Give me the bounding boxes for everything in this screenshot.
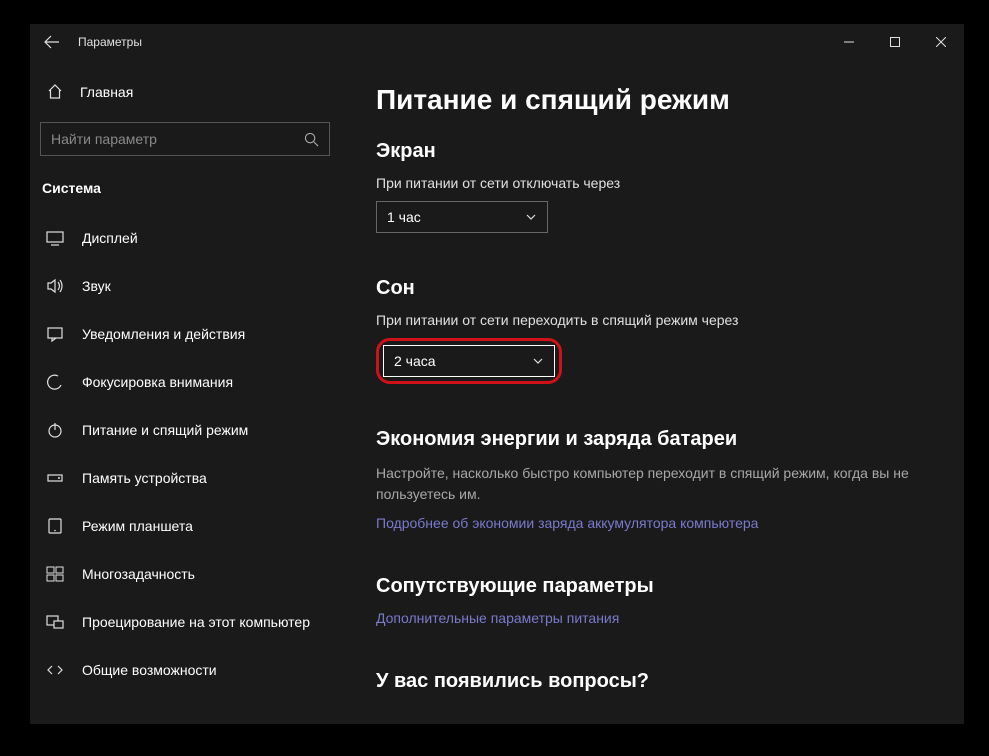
maximize-button[interactable] xyxy=(872,24,918,60)
sidebar-item-multitask[interactable]: Многозадачность xyxy=(30,550,340,598)
nav-label: Уведомления и действия xyxy=(82,326,245,342)
back-button[interactable] xyxy=(30,24,74,60)
chevron-down-icon xyxy=(532,355,544,367)
display-icon xyxy=(46,229,64,247)
search-input[interactable] xyxy=(51,131,304,147)
nav-label: Звук xyxy=(82,278,111,294)
sidebar-item-shared[interactable]: Общие возможности xyxy=(30,646,340,694)
sidebar-item-focus[interactable]: Фокусировка внимания xyxy=(30,358,340,406)
search-box[interactable] xyxy=(40,122,330,156)
nav-label: Многозадачность xyxy=(82,566,195,582)
projecting-icon xyxy=(46,613,64,631)
power-icon xyxy=(46,421,64,439)
maximize-icon xyxy=(890,37,900,47)
window-controls xyxy=(826,24,964,60)
minimize-icon xyxy=(844,37,854,47)
nav-label: Общие возможности xyxy=(82,662,217,678)
minimize-button[interactable] xyxy=(826,24,872,60)
sleep-heading: Сон xyxy=(376,277,928,300)
home-icon xyxy=(46,83,64,101)
chevron-down-icon xyxy=(525,211,537,223)
nav-label: Память устройства xyxy=(82,470,207,486)
tablet-icon xyxy=(46,517,64,535)
dropdown-value: 1 час xyxy=(387,209,421,225)
multitask-icon xyxy=(46,565,64,583)
nav-label: Фокусировка внимания xyxy=(82,374,233,390)
home-button[interactable]: Главная xyxy=(30,72,340,112)
search-icon xyxy=(304,132,319,147)
app-title: Параметры xyxy=(78,35,142,49)
home-label: Главная xyxy=(80,84,133,100)
sleep-label: При питании от сети переходить в спящий … xyxy=(376,312,928,328)
screen-off-label: При питании от сети отключать через xyxy=(376,175,928,191)
page-title: Питание и спящий режим xyxy=(376,84,928,116)
nav-label: Дисплей xyxy=(82,230,138,246)
highlight-annotation: 2 часа xyxy=(376,338,562,384)
category-label: Система xyxy=(30,172,340,214)
close-icon xyxy=(936,37,946,47)
sidebar-item-storage[interactable]: Память устройства xyxy=(30,454,340,502)
content-area: Главная Система Дисплей Звук xyxy=(30,60,964,724)
shared-icon xyxy=(46,661,64,679)
sound-icon xyxy=(46,277,64,295)
settings-window: Параметры Главная xyxy=(30,24,964,724)
sidebar-item-projecting[interactable]: Проецирование на этот компьютер xyxy=(30,598,340,646)
notifications-icon xyxy=(46,325,64,343)
battery-link[interactable]: Подробнее об экономии заряда аккумулятор… xyxy=(376,515,758,531)
battery-desc: Настройте, насколько быстро компьютер пе… xyxy=(376,463,928,505)
storage-icon xyxy=(46,469,64,487)
main-panel: Питание и спящий режим Экран При питании… xyxy=(340,60,964,724)
sleep-dropdown[interactable]: 2 часа xyxy=(383,345,555,377)
sidebar-item-notifications[interactable]: Уведомления и действия xyxy=(30,310,340,358)
sidebar-item-power[interactable]: Питание и спящий режим xyxy=(30,406,340,454)
screen-heading: Экран xyxy=(376,140,928,163)
nav-label: Питание и спящий режим xyxy=(82,422,248,438)
sidebar-item-sound[interactable]: Звук xyxy=(30,262,340,310)
nav-list: Дисплей Звук Уведомления и действия Фоку… xyxy=(30,214,340,694)
nav-label: Режим планшета xyxy=(82,518,193,534)
related-heading: Сопутствующие параметры xyxy=(376,575,928,598)
dropdown-value: 2 часа xyxy=(394,353,436,369)
nav-label: Проецирование на этот компьютер xyxy=(82,614,310,630)
questions-heading: У вас появились вопросы? xyxy=(376,670,928,693)
sidebar: Главная Система Дисплей Звук xyxy=(30,60,340,724)
back-arrow-icon xyxy=(44,34,60,50)
sidebar-item-display[interactable]: Дисплей xyxy=(30,214,340,262)
related-link[interactable]: Дополнительные параметры питания xyxy=(376,610,619,626)
sidebar-item-tablet[interactable]: Режим планшета xyxy=(30,502,340,550)
titlebar: Параметры xyxy=(30,24,964,60)
screen-off-dropdown[interactable]: 1 час xyxy=(376,201,548,233)
battery-heading: Экономия энергии и заряда батареи xyxy=(376,428,928,451)
close-button[interactable] xyxy=(918,24,964,60)
focus-icon xyxy=(46,373,64,391)
